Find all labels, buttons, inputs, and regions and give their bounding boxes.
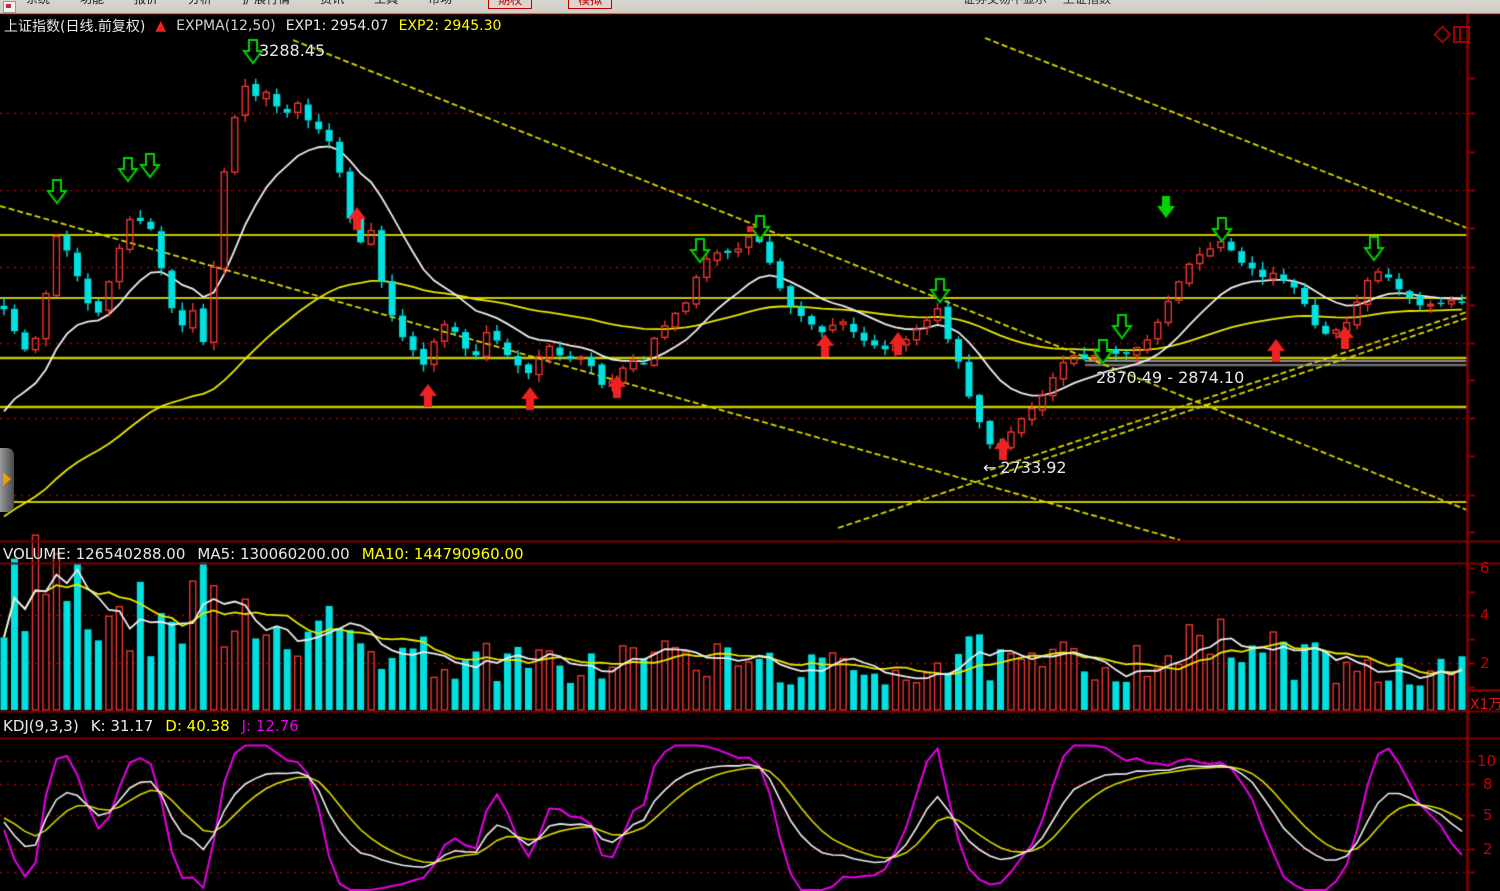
exp1-value: EXP1: 2954.07: [286, 18, 389, 34]
menu-item-news[interactable]: 资讯: [320, 0, 344, 9]
indicator-name[interactable]: EXPMA(12,50): [176, 18, 276, 34]
volume-ma10-value: MA10: 144790960.00: [362, 545, 524, 563]
symbol-title[interactable]: 上证指数(日线.前复权): [4, 16, 145, 36]
volume-ma5-value: MA5: 130060200.00: [197, 545, 349, 563]
menu-item-analysis[interactable]: 分析: [188, 0, 212, 9]
low-price-label: ← 2733.92: [983, 458, 1067, 477]
menu-item-simulation[interactable]: 模拟: [568, 0, 612, 9]
split-window-icon[interactable]: [1453, 26, 1470, 43]
volume-axis-tick: 4: [1480, 606, 1490, 624]
volume-axis-tick: 2: [1480, 654, 1490, 672]
low-price-value: 2733.92: [1000, 458, 1066, 477]
volume-axis-tick: 6: [1480, 559, 1490, 577]
sidebar-expand-handle[interactable]: [0, 448, 14, 512]
kdj-axis-tick: 8: [1483, 775, 1493, 793]
trading-terminal-window: 系统 功能 报价 分析 扩展行情 资讯 工具 市场 期权 模拟 证券交易不显示 …: [0, 0, 1500, 891]
chart-canvas[interactable]: [0, 0, 1500, 891]
up-arrow-icon: ▲: [155, 18, 166, 34]
menu-bar: 系统 功能 报价 分析 扩展行情 资讯 工具 市场 期权 模拟 证券交易不显示 …: [0, 0, 1500, 14]
exp2-value: EXP2: 2945.30: [399, 18, 502, 34]
kdj-k-value: K: 31.17: [91, 717, 154, 735]
low-pointer-icon: ←: [983, 458, 996, 477]
menu-item-options[interactable]: 期权: [488, 0, 532, 9]
kdj-j-value: J: 12.76: [242, 717, 299, 735]
menu-item-market[interactable]: 市场: [428, 0, 452, 9]
main-chart-header: 上证指数(日线.前复权) ▲ EXPMA(12,50) EXP1: 2954.0…: [4, 16, 501, 36]
expand-arrow-icon: [3, 472, 11, 486]
menu-item-extended-quotes[interactable]: 扩展行情: [242, 0, 290, 9]
kdj-axis-tick: 5: [1483, 806, 1493, 824]
kdj-axis-tick: 2: [1483, 840, 1493, 858]
kdj-axis-tick: 10: [1477, 752, 1496, 770]
volume-header: VOLUME: 126540288.00 MA5: 130060200.00 M…: [3, 545, 524, 563]
price-range-label: 2870.49 - 2874.10: [1096, 368, 1244, 387]
high-price-label: 3288.45: [259, 41, 325, 60]
kdj-d-value: D: 40.38: [165, 717, 229, 735]
menu-item-function[interactable]: 功能: [80, 0, 104, 9]
menu-item-quotes[interactable]: 报价: [134, 0, 158, 9]
kdj-header: KDJ(9,3,3) K: 31.17 D: 40.38 J: 12.76: [3, 717, 299, 735]
app-icon[interactable]: [3, 1, 16, 13]
menu-item-tools[interactable]: 工具: [374, 0, 398, 9]
volume-value[interactable]: VOLUME: 126540288.00: [3, 545, 185, 563]
menu-item-system[interactable]: 系统: [26, 0, 50, 9]
kdj-indicator-name[interactable]: KDJ(9,3,3): [3, 717, 79, 735]
volume-unit-label: X1万: [1470, 694, 1500, 714]
menu-status-text: 证券交易不显示 上证指数: [963, 0, 1111, 7]
